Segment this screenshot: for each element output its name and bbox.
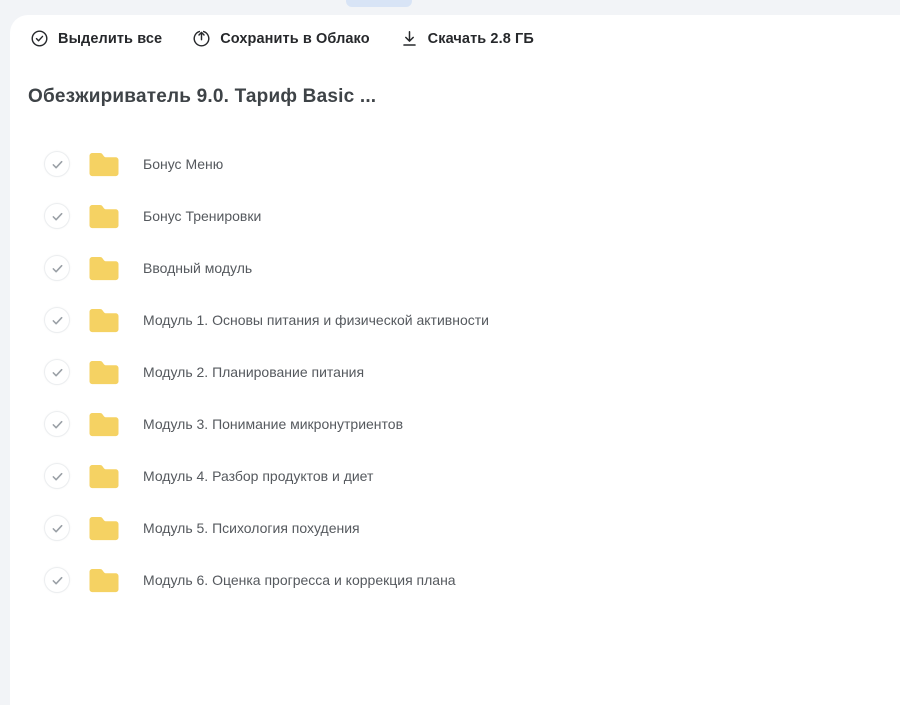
- row-checkbox[interactable]: [44, 411, 70, 437]
- checkmark-icon: [51, 262, 64, 275]
- checkmark-icon: [51, 366, 64, 379]
- folder-name: Бонус Меню: [143, 156, 223, 172]
- folder-row[interactable]: Модуль 1. Основы питания и физической ак…: [10, 294, 900, 346]
- checkmark-icon: [51, 522, 64, 535]
- folder-row[interactable]: Вводный модуль: [10, 242, 900, 294]
- folder-name: Модуль 3. Понимание микронутриентов: [143, 416, 403, 432]
- folder-name: Модуль 6. Оценка прогресса и коррекция п…: [143, 572, 456, 588]
- download-label: Скачать 2.8 ГБ: [428, 31, 534, 47]
- folder-icon: [86, 410, 122, 439]
- row-checkbox[interactable]: [44, 203, 70, 229]
- folder-row[interactable]: Модуль 4. Разбор продуктов и диет: [10, 450, 900, 502]
- folder-icon: [86, 150, 122, 179]
- folder-icon: [86, 358, 122, 387]
- folder-name: Модуль 4. Разбор продуктов и диет: [143, 468, 373, 484]
- folder-row[interactable]: Бонус Тренировки: [10, 190, 900, 242]
- folder-row[interactable]: Модуль 5. Психология похудения: [10, 502, 900, 554]
- row-checkbox[interactable]: [44, 567, 70, 593]
- checkmark-icon: [51, 210, 64, 223]
- download-icon: [400, 29, 419, 48]
- row-checkbox[interactable]: [44, 151, 70, 177]
- top-edge-pill: [346, 0, 412, 7]
- folder-icon: [86, 462, 122, 491]
- checkmark-icon: [51, 470, 64, 483]
- folder-name: Модуль 5. Психология похудения: [143, 520, 360, 536]
- folder-row[interactable]: Модуль 6. Оценка прогресса и коррекция п…: [10, 554, 900, 606]
- checkmark-icon: [51, 418, 64, 431]
- row-checkbox[interactable]: [44, 255, 70, 281]
- folder-icon: [86, 254, 122, 283]
- folder-row[interactable]: Модуль 3. Понимание микронутриентов: [10, 398, 900, 450]
- folder-icon: [86, 514, 122, 543]
- checkmark-icon: [51, 574, 64, 587]
- check-circle-icon: [30, 29, 49, 48]
- save-to-cloud-label: Сохранить в Облако: [220, 31, 369, 47]
- folder-icon: [86, 306, 122, 335]
- toolbar: Выделить все Сохранить в Облако Скачать …: [10, 15, 900, 48]
- folder-name: Бонус Тренировки: [143, 208, 261, 224]
- folder-row[interactable]: Модуль 2. Планирование питания: [10, 346, 900, 398]
- folder-icon: [86, 202, 122, 231]
- save-to-cloud-button[interactable]: Сохранить в Облако: [192, 29, 369, 48]
- row-checkbox[interactable]: [44, 359, 70, 385]
- folder-name: Модуль 1. Основы питания и физической ак…: [143, 312, 489, 328]
- row-checkbox[interactable]: [44, 307, 70, 333]
- folder-row[interactable]: Бонус Меню: [10, 138, 900, 190]
- row-checkbox[interactable]: [44, 515, 70, 541]
- checkmark-icon: [51, 314, 64, 327]
- checkmark-icon: [51, 158, 64, 171]
- folder-list: Бонус Меню Бонус Тренировки Вводный моду…: [10, 138, 900, 606]
- select-all-label: Выделить все: [58, 31, 162, 47]
- select-all-button[interactable]: Выделить все: [30, 29, 162, 48]
- row-checkbox[interactable]: [44, 463, 70, 489]
- content-panel: Выделить все Сохранить в Облако Скачать …: [10, 15, 900, 705]
- cloud-upload-icon: [192, 29, 211, 48]
- page-title: Обезжириватель 9.0. Тариф Basic ...: [28, 86, 900, 108]
- folder-name: Модуль 2. Планирование питания: [143, 364, 364, 380]
- folder-name: Вводный модуль: [143, 260, 252, 276]
- folder-icon: [86, 566, 122, 595]
- download-button[interactable]: Скачать 2.8 ГБ: [400, 29, 534, 48]
